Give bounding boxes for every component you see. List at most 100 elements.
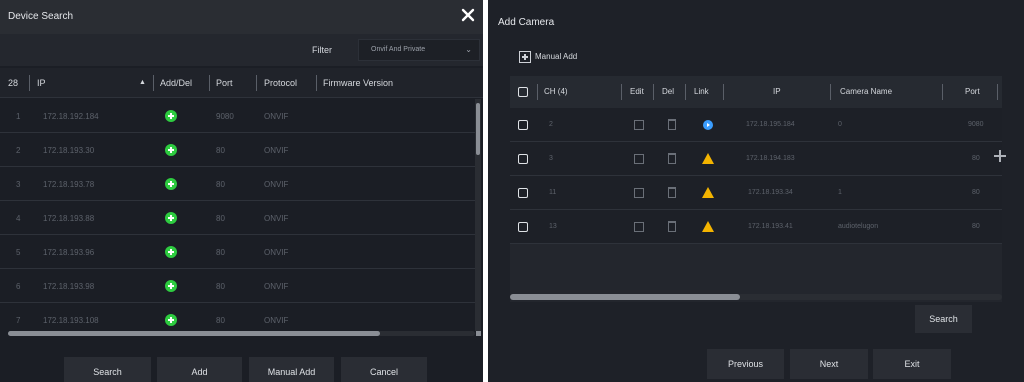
scroll-thumb[interactable]	[510, 294, 740, 300]
row-ip: 172.18.193.88	[43, 214, 95, 223]
column-separator	[830, 84, 831, 100]
device-search-title: Device Search	[8, 11, 74, 22]
table-row[interactable]: 7 172.18.193.108 80 ONVIF	[0, 303, 475, 331]
row-checkbox[interactable]	[518, 222, 528, 232]
column-edit: Edit	[630, 87, 644, 96]
manual-add-label: Manual Add	[535, 52, 578, 61]
row-ip: 172.18.193.98	[43, 282, 95, 291]
table-row[interactable]: 6 172.18.193.98 80 ONVIF	[0, 269, 475, 303]
table-row[interactable]: 5 172.18.193.96 80 ONVIF	[0, 235, 475, 269]
add-device-icon[interactable]	[165, 178, 177, 190]
trash-icon[interactable]	[668, 187, 676, 198]
row-protocol: ONVIF	[264, 248, 289, 257]
horizontal-scrollbar[interactable]	[510, 294, 1002, 300]
scroll-thumb[interactable]	[8, 331, 380, 336]
column-separator	[723, 84, 724, 100]
vertical-scrollbar[interactable]	[475, 99, 481, 331]
horizontal-scrollbar[interactable]	[8, 331, 475, 336]
column-ip[interactable]: IP	[37, 78, 46, 88]
table-row[interactable]: 2 172.18.195.184 0 9080	[510, 108, 1002, 142]
warning-icon	[702, 153, 714, 164]
trash-icon[interactable]	[668, 221, 676, 232]
device-search-dialog: Device Search Filter Onvif And Private ⌄…	[0, 0, 483, 382]
table-row[interactable]: 1 172.18.192.184 9080 ONVIF	[0, 99, 475, 133]
row-number: 1	[16, 112, 21, 121]
row-checkbox[interactable]	[518, 120, 528, 130]
edit-icon[interactable]	[634, 222, 644, 232]
edit-icon[interactable]	[634, 120, 644, 130]
column-separator	[537, 84, 538, 100]
add-device-icon[interactable]	[165, 314, 177, 326]
row-ip: 172.18.192.184	[43, 112, 99, 121]
row-camera-name: 0	[838, 121, 842, 128]
row-port: 80	[216, 146, 225, 155]
row-camera-name: 1	[838, 189, 842, 196]
filter-bar: Filter Onvif And Private ⌄	[0, 34, 483, 66]
column-separator	[153, 75, 154, 91]
row-ip: 172.18.193.78	[43, 180, 95, 189]
table-row[interactable]: 3 172.18.193.78 80 ONVIF	[0, 167, 475, 201]
close-icon[interactable]	[460, 7, 476, 23]
row-port: 80	[216, 282, 225, 291]
add-device-icon[interactable]	[165, 144, 177, 156]
add-device-icon[interactable]	[165, 246, 177, 258]
exit-button[interactable]: Exit	[873, 349, 951, 379]
next-button[interactable]: Next	[790, 349, 868, 379]
edit-icon[interactable]	[634, 188, 644, 198]
add-device-icon[interactable]	[165, 280, 177, 292]
row-number: 4	[16, 214, 21, 223]
search-button[interactable]: Search	[64, 357, 151, 382]
column-ip: IP	[773, 87, 781, 96]
add-device-icon[interactable]	[165, 212, 177, 224]
row-port: 80	[216, 214, 225, 223]
row-ip: 172.18.193.34	[748, 189, 793, 196]
column-firmware: Firmware Version	[323, 78, 394, 88]
table-row[interactable]: 11 172.18.193.34 1 80	[510, 176, 1002, 210]
row-ip: 172.18.194.183	[746, 155, 795, 162]
cancel-button[interactable]: Cancel	[341, 357, 427, 382]
add-device-icon[interactable]	[165, 110, 177, 122]
select-all-checkbox[interactable]	[518, 87, 528, 97]
previous-button[interactable]: Previous	[707, 349, 784, 379]
row-ch: 3	[549, 155, 553, 162]
chevron-down-icon: ⌄	[465, 45, 472, 54]
row-ch: 11	[549, 189, 557, 196]
table-row[interactable]: 2 172.18.193.30 80 ONVIF	[0, 133, 475, 167]
row-checkbox[interactable]	[518, 154, 528, 164]
row-ip: 172.18.193.108	[43, 316, 99, 325]
edit-icon[interactable]	[634, 154, 644, 164]
row-checkbox[interactable]	[518, 188, 528, 198]
column-link: Link	[694, 87, 709, 96]
row-protocol: ONVIF	[264, 316, 289, 325]
row-port: 80	[972, 189, 980, 196]
column-camera-name: Camera Name	[840, 87, 893, 96]
column-separator	[942, 84, 943, 100]
row-number: 3	[16, 180, 21, 189]
device-search-titlebar: Device Search	[0, 0, 483, 34]
add-button[interactable]: Add	[157, 357, 242, 382]
scrollbar-corner	[476, 331, 481, 336]
scroll-thumb[interactable]	[476, 103, 480, 155]
device-table-header: 28 IP ▲ Add/Del Port Protocol Firmware V…	[0, 68, 483, 98]
manual-add-button[interactable]: Manual Add	[249, 357, 334, 382]
table-row[interactable]: 4 172.18.193.88 80 ONVIF	[0, 201, 475, 235]
table-row[interactable]: 3 172.18.194.183 80	[510, 142, 1002, 176]
row-number: 6	[16, 282, 21, 291]
table-row[interactable]: 13 172.18.193.41 audiotelugon 80	[510, 210, 1002, 244]
trash-icon[interactable]	[668, 119, 676, 130]
filter-select[interactable]: Onvif And Private ⌄	[358, 39, 480, 61]
column-separator	[653, 84, 654, 100]
add-camera-title: Add Camera	[498, 17, 555, 28]
device-list: 1 172.18.192.184 9080 ONVIF 2 172.18.193…	[0, 99, 475, 331]
column-separator	[209, 75, 210, 91]
sort-asc-icon[interactable]: ▲	[139, 79, 146, 86]
trash-icon[interactable]	[668, 153, 676, 164]
column-separator	[997, 84, 998, 100]
search-button[interactable]: Search	[915, 305, 972, 333]
row-protocol: ONVIF	[264, 214, 289, 223]
column-separator	[621, 84, 622, 100]
column-protocol: Protocol	[264, 78, 298, 88]
filter-label: Filter	[312, 45, 332, 55]
row-port: 80	[216, 248, 225, 257]
row-ip: 172.18.193.30	[43, 146, 95, 155]
